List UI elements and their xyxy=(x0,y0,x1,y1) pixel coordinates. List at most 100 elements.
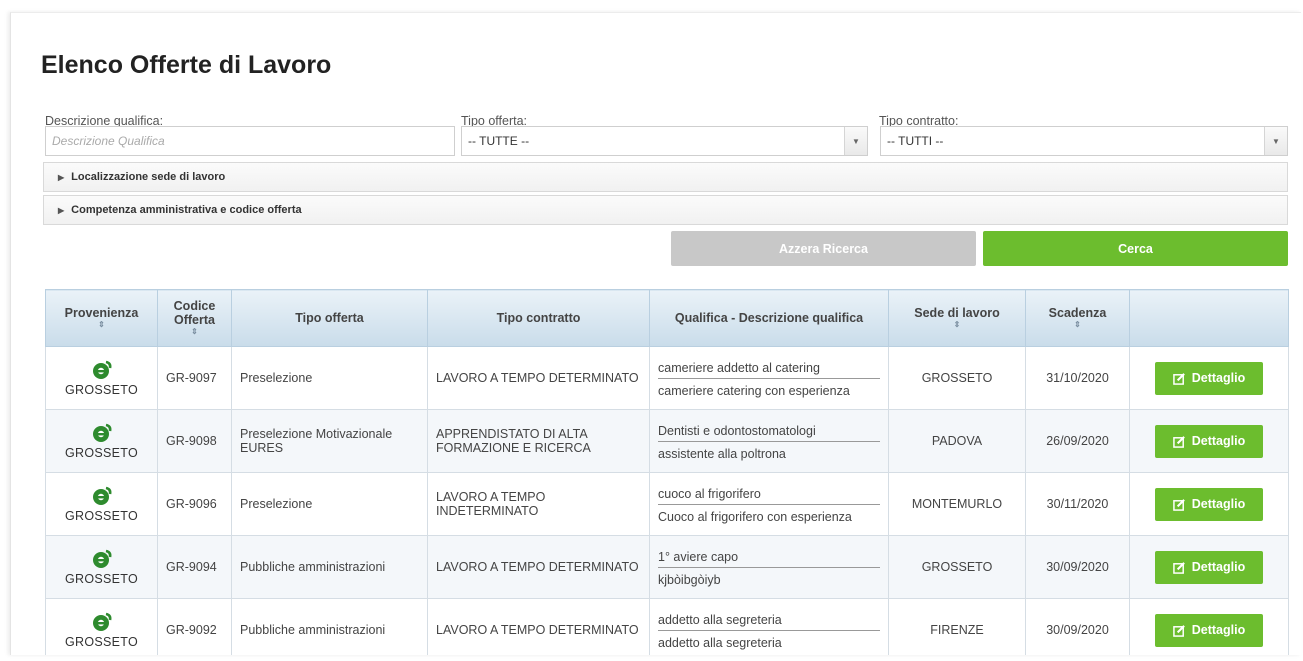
qualifica-title: Dentisti e odontostomatologi xyxy=(658,420,880,442)
search-button[interactable]: Cerca xyxy=(983,231,1288,266)
cell-scadenza: 31/10/2020 xyxy=(1025,346,1130,410)
cell-provenienza: GROSSETO xyxy=(45,346,158,410)
cell-tipo-offerta: Pubbliche amministrazioni xyxy=(231,598,428,655)
header-provenienza[interactable]: Provenienza ⇕ xyxy=(45,289,158,347)
qualifica-title: cameriere addetto al catering xyxy=(658,357,880,379)
cell-codice: GR-9096 xyxy=(157,472,232,536)
cell-tipo-offerta: Pubbliche amministrazioni xyxy=(231,535,428,599)
qualifica-desc: cameriere catering con esperienza xyxy=(658,383,850,398)
page-frame: Elenco Offerte di Lavoro Descrizione qua… xyxy=(10,12,1301,655)
edit-icon xyxy=(1172,561,1185,574)
cell-azione: Dettaglio xyxy=(1129,535,1289,599)
cell-qualifica: addetto alla segreteria addetto alla segr… xyxy=(649,598,889,655)
caret-right-icon: ▶ xyxy=(58,172,65,182)
provincia-logo-icon xyxy=(92,423,111,442)
sort-icon: ⇕ xyxy=(191,327,198,336)
provincia-logo-icon xyxy=(92,360,111,379)
tipo-offerta-value: -- TUTTE -- xyxy=(468,134,530,148)
accordion-localizzazione[interactable]: ▶ Localizzazione sede di lavoro xyxy=(43,162,1288,192)
detail-button[interactable]: Dettaglio xyxy=(1155,613,1263,647)
cell-tipo-contratto: LAVORO A TEMPO INDETERMINATO xyxy=(427,472,650,536)
page-title: Elenco Offerte di Lavoro xyxy=(41,51,332,79)
chevron-down-icon[interactable]: ▼ xyxy=(844,127,867,155)
cell-provenienza: GROSSETO xyxy=(45,598,158,655)
header-scadenza[interactable]: Scadenza ⇕ xyxy=(1025,289,1130,347)
tipo-contratto-value: -- TUTTI -- xyxy=(887,134,944,148)
edit-icon xyxy=(1172,624,1185,637)
accordion-label: Localizzazione sede di lavoro xyxy=(71,171,226,183)
cell-qualifica: 1° aviere capo kjbòibgòiyb xyxy=(649,535,889,599)
table-row: GROSSETO GR-9098 Preselezione Motivazion… xyxy=(45,409,1289,473)
cell-azione: Dettaglio xyxy=(1129,409,1289,473)
qualifica-desc: assistente alla poltrona xyxy=(658,446,786,461)
provincia-logo-icon xyxy=(92,612,111,631)
detail-button[interactable]: Dettaglio xyxy=(1155,550,1263,584)
qualifica-desc: Cuoco al frigorifero con esperienza xyxy=(658,509,852,524)
table-row: GROSSETO GR-9094 Pubbliche amministrazio… xyxy=(45,535,1289,599)
cell-tipo-offerta: Preselezione xyxy=(231,472,428,536)
header-qualifica: Qualifica - Descrizione qualifica xyxy=(649,289,889,347)
cell-tipo-contratto: LAVORO A TEMPO DETERMINATO xyxy=(427,346,650,410)
provincia-logo-icon xyxy=(92,486,111,505)
caret-right-icon: ▶ xyxy=(58,205,65,215)
sort-icon: ⇕ xyxy=(98,320,105,329)
chevron-down-icon[interactable]: ▼ xyxy=(1264,127,1287,155)
cell-codice: GR-9098 xyxy=(157,409,232,473)
cell-sede: MONTEMURLO xyxy=(888,472,1026,536)
cell-sede: PADOVA xyxy=(888,409,1026,473)
tipo-offerta-select[interactable]: -- TUTTE -- ▼ xyxy=(461,126,868,156)
header-tipo-contratto: Tipo contratto xyxy=(427,289,650,347)
cell-provenienza: GROSSETO xyxy=(45,535,158,599)
qualifica-desc: addetto alla segreteria xyxy=(658,635,782,650)
cell-sede: FIRENZE xyxy=(888,598,1026,655)
cell-tipo-contratto: LAVORO A TEMPO DETERMINATO xyxy=(427,535,650,599)
offers-table: Provenienza ⇕ Codice Offerta ⇕ Tipo offert… xyxy=(45,289,1289,655)
detail-button[interactable]: Dettaglio xyxy=(1155,361,1263,395)
cell-qualifica: cuoco al frigorifero Cuoco al frigorifero… xyxy=(649,472,889,536)
cell-codice: GR-9097 xyxy=(157,346,232,410)
sort-icon: ⇕ xyxy=(1074,320,1081,329)
cell-qualifica: cameriere addetto al catering cameriere c… xyxy=(649,346,889,410)
cell-qualifica: Dentisti e odontostomatologi assistente a… xyxy=(649,409,889,473)
qualifica-title: addetto alla segreteria xyxy=(658,609,880,631)
provincia-logo-icon xyxy=(92,549,111,568)
cell-tipo-offerta: Preselezione Motivazionale EURES xyxy=(231,409,428,473)
table-row: GROSSETO GR-9096 Preselezione LAVORO A T… xyxy=(45,472,1289,536)
edit-icon xyxy=(1172,372,1185,385)
cell-tipo-contratto: APPRENDISTATO DI ALTA FORMAZIONE E RICER… xyxy=(427,409,650,473)
cell-scadenza: 30/09/2020 xyxy=(1025,598,1130,655)
header-azioni xyxy=(1129,289,1289,347)
edit-icon xyxy=(1172,435,1185,448)
cell-azione: Dettaglio xyxy=(1129,472,1289,536)
descrizione-input[interactable]: Descrizione Qualifica xyxy=(45,126,455,156)
cell-azione: Dettaglio xyxy=(1129,598,1289,655)
cell-tipo-contratto: LAVORO A TEMPO DETERMINATO xyxy=(427,598,650,655)
sort-icon: ⇕ xyxy=(953,320,961,329)
detail-button[interactable]: Dettaglio xyxy=(1155,424,1263,458)
cell-tipo-offerta: Preselezione xyxy=(231,346,428,410)
qualifica-title: cuoco al frigorifero xyxy=(658,483,880,505)
edit-icon xyxy=(1172,498,1185,511)
cell-codice: GR-9092 xyxy=(157,598,232,655)
table-row: GROSSETO GR-9092 Pubbliche amministrazio… xyxy=(45,598,1289,655)
header-codice[interactable]: Codice Offerta ⇕ xyxy=(157,289,232,347)
cell-scadenza: 30/11/2020 xyxy=(1025,472,1130,536)
tipo-contratto-select[interactable]: -- TUTTI -- ▼ xyxy=(880,126,1288,156)
accordion-label: Competenza amministrativa e codice offer… xyxy=(71,204,302,216)
cell-provenienza: GROSSETO xyxy=(45,472,158,536)
header-sede[interactable]: Sede di lavoro ⇕ xyxy=(888,289,1026,347)
cell-scadenza: 26/09/2020 xyxy=(1025,409,1130,473)
table-row: GROSSETO GR-9097 Preselezione LAVORO A T… xyxy=(45,346,1289,410)
header-tipo-offerta: Tipo offerta xyxy=(231,289,428,347)
cell-codice: GR-9094 xyxy=(157,535,232,599)
cell-scadenza: 30/09/2020 xyxy=(1025,535,1130,599)
accordion-competenza[interactable]: ▶ Competenza amministrativa e codice off… xyxy=(43,195,1288,225)
reset-button[interactable]: Azzera Ricerca xyxy=(671,231,976,266)
cell-sede: GROSSETO xyxy=(888,535,1026,599)
detail-button[interactable]: Dettaglio xyxy=(1155,487,1263,521)
table-header-row: Provenienza ⇕ Codice Offerta ⇕ Tipo offert… xyxy=(45,289,1289,347)
qualifica-title: 1° aviere capo xyxy=(658,546,880,568)
qualifica-desc: kjbòibgòiyb xyxy=(658,572,721,587)
descrizione-placeholder: Descrizione Qualifica xyxy=(52,134,165,148)
cell-sede: GROSSETO xyxy=(888,346,1026,410)
